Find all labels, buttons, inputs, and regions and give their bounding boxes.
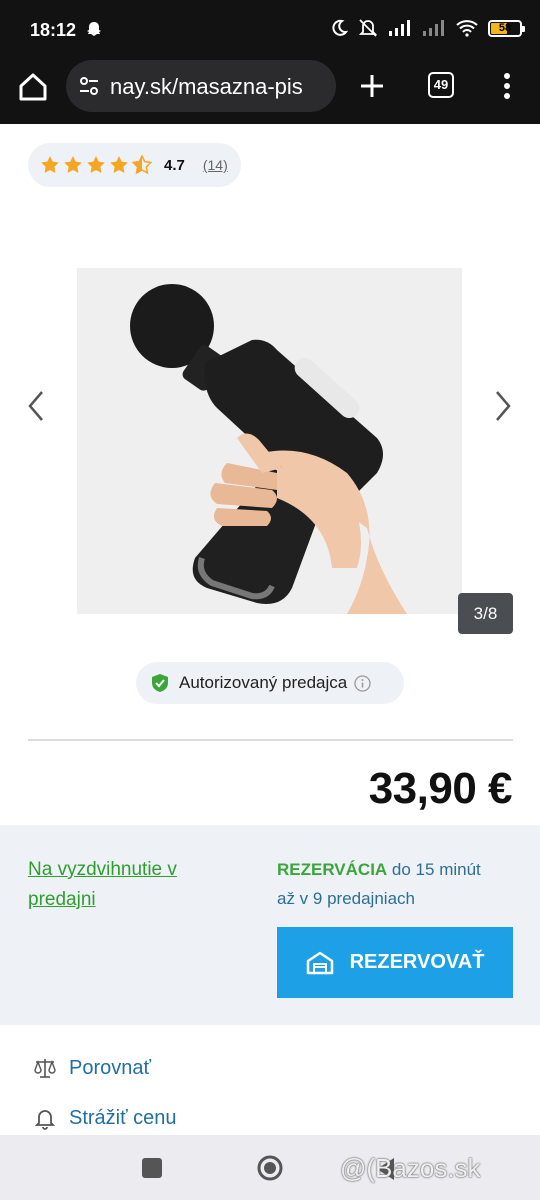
site-settings-icon[interactable]	[78, 75, 100, 97]
reservation-headline: REZERVÁCIA	[277, 860, 388, 879]
star-icon	[64, 156, 82, 173]
star-icon	[110, 156, 128, 173]
system-nav-bar: @(Bazos.sk	[0, 1135, 540, 1200]
status-time: 18:12	[30, 20, 77, 40]
address-bar[interactable]: nay.sk/masazna-pis	[66, 60, 336, 112]
authorized-seller-badge[interactable]: Autorizovaný predajca	[136, 662, 404, 704]
reservation-info: REZERVÁCIA do 15 minút až v 9 predajniac…	[277, 855, 527, 913]
home-circle-icon[interactable]	[256, 1154, 284, 1182]
browser-toolbar: nay.sk/masazna-pis 49	[0, 60, 540, 124]
recents-button[interactable]	[142, 1158, 162, 1178]
divider	[28, 739, 513, 741]
signal-icon-2	[423, 20, 444, 36]
scale-icon	[34, 1059, 56, 1078]
product-price: 33,90 €	[368, 764, 513, 813]
signal-icon	[389, 20, 410, 36]
reserve-button-label: REZERVOVAŤ	[349, 951, 485, 973]
chevron-right-icon[interactable]	[490, 388, 514, 424]
rating-count-link[interactable]: (14)	[203, 157, 228, 173]
compare-label: Porovnať	[69, 1056, 151, 1079]
reservation-time: do 15 minút	[387, 860, 481, 879]
rating-value: 4.7	[164, 156, 185, 174]
pickup-in-store-link[interactable]: Na vyzdvihnutie v predajni	[28, 855, 228, 915]
watch-price-label: Strážiť cenu	[69, 1106, 177, 1129]
info-icon[interactable]	[354, 674, 371, 692]
reservation-stores: až v 9 predajniach	[277, 889, 415, 908]
mute-icon	[358, 19, 378, 37]
reservation-section: Na vyzdvihnutie v predajni REZERVÁCIA do…	[0, 825, 540, 1025]
wifi-icon	[456, 20, 478, 37]
image-counter: 3/8	[458, 593, 513, 634]
battery-icon: 58	[488, 19, 525, 37]
watch-price-action[interactable]: Strážiť cenu	[33, 1106, 177, 1130]
star-icon	[87, 156, 105, 173]
shield-check-icon	[152, 674, 168, 692]
store-icon	[306, 951, 333, 974]
url-text: nay.sk/masazna-pis	[110, 74, 303, 99]
rating-stars	[40, 155, 152, 175]
more-menu-icon[interactable]	[497, 71, 517, 101]
compare-action[interactable]: Porovnať	[33, 1056, 151, 1080]
status-bar: 18:12 58	[0, 0, 540, 60]
tab-switcher-button[interactable]: 49	[428, 72, 454, 98]
authorized-seller-label: Autorizovaný predajca	[179, 673, 348, 692]
status-icons: 58	[330, 18, 525, 38]
massage-gun-illustration	[130, 284, 407, 614]
moon-icon	[332, 19, 348, 36]
reserve-button[interactable]: REZERVOVAŤ	[277, 927, 513, 998]
watermark: @(Bazos.sk	[340, 1153, 481, 1183]
product-image[interactable]	[77, 268, 462, 614]
star-icon	[41, 156, 59, 173]
new-tab-icon[interactable]	[358, 72, 386, 100]
rating-badge[interactable]: 4.7 (14)	[28, 143, 241, 187]
home-icon[interactable]	[16, 70, 50, 104]
half-star-icon	[132, 155, 152, 175]
snapchat-icon	[87, 22, 101, 36]
bell-icon	[34, 1110, 56, 1130]
chevron-left-icon[interactable]	[25, 388, 49, 424]
